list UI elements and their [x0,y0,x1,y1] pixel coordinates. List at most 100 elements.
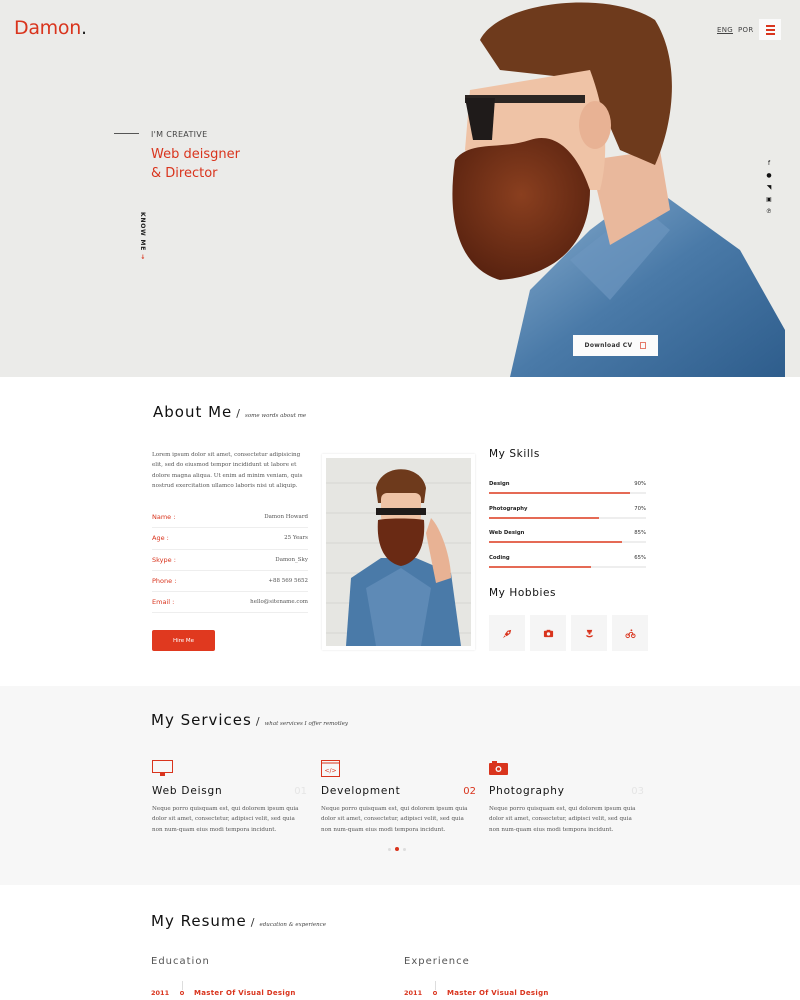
pinterest-icon[interactable]: ℗ [766,208,772,216]
download-cv-label: Download CV [584,342,633,349]
know-me-link[interactable]: KNOW ME → [139,212,146,260]
hero-portrait-image [440,0,800,377]
service-icon [152,760,307,778]
skill-item: Photography 70% [489,503,646,528]
skills-heading: My Skills [489,448,540,460]
hobby-cycling [612,615,648,651]
skill-progress-track [489,516,646,519]
file-icon [640,342,647,349]
resume-item-title: Master Of Visual Design [194,989,296,997]
hamburger-menu-button[interactable] [759,19,781,40]
info-label: Age : [152,534,169,543]
lang-eng-link[interactable]: ENG [717,26,733,34]
facebook-icon[interactable]: f [768,160,770,168]
skill-name: Coding [489,555,510,562]
resume-item-title: Master Of Visual Design [447,989,549,997]
info-value: 25 Years [284,535,308,542]
skill-item: Coding 65% [489,552,646,577]
social-links: f ● ◥ ▣ ℗ [766,160,772,216]
about-photo-frame [322,454,475,650]
info-row-phone: Phone : +88 569 5652 [152,571,308,593]
about-subtitle: some words about me [245,413,307,419]
hero-title-line2: & Director [151,166,218,181]
service-card-development: </> Development 02 Neque porro quisquam … [321,760,476,833]
brand-name: Damon [14,17,81,39]
lang-por-link[interactable]: POR [738,26,754,34]
service-description: Neque porro quisquam est, qui dolorem ip… [152,806,299,833]
hobby-rocket [489,615,525,651]
skill-item: Design 90% [489,478,646,503]
rocket-icon [502,629,511,638]
hero-section: Damon. ENG POR I'M CREATIVE Web deisgner… [0,0,800,377]
hamburger-icon-bar [765,32,775,35]
resume-section-title: My Resume / education & experience [151,912,326,930]
about-paragraph: Lorem ipsum dolor sit amet, consectetur … [152,452,303,490]
download-cv-button[interactable]: Download CV [573,335,658,356]
resume-year: 2011 [151,989,170,997]
skill-progress-fill [489,492,631,494]
info-row-name: Name : Damon Howard [152,507,308,529]
skill-progress-fill [489,566,592,569]
service-number: 01 [294,786,307,797]
education-heading: Education [151,956,210,967]
camera-icon [543,629,553,637]
info-label: Name : [152,513,176,522]
skill-name: Photography [489,505,528,512]
info-row-skype: Skype : Damon_Sky [152,550,308,571]
personal-info-table: Name : Damon Howard Age : 25 Years Skype :… [152,507,308,614]
service-icon [489,760,644,778]
service-card-web-design: Web Deisgn 01 Neque porro quisquam est, … [152,760,307,833]
brand-logo[interactable]: Damon. [14,17,87,39]
experience-heading: Experience [404,956,470,967]
info-value: +88 569 5652 [268,578,308,585]
pager-dot[interactable] [403,847,406,851]
code-icon: </> [321,760,340,777]
skill-progress-track [489,566,646,569]
info-label: Email : [152,598,175,607]
hobby-photography [530,615,566,651]
pager-dot[interactable] [388,847,391,851]
hire-me-button[interactable]: Hire Me [152,630,215,651]
info-label: Skype : [152,555,176,564]
hero-title-line1: Web deisgner [151,147,240,162]
skills-list: Design 90% Photography 70% Web Design 85% C… [489,478,646,577]
info-row-email: Email : hello@sitename.com [152,592,308,614]
about-title: About Me [153,403,233,421]
resume-title: My Resume [151,912,247,930]
intro-divider [114,133,139,134]
hero-title: Web deisgner & Director [151,145,240,183]
hobbies-heading: My Hobbies [489,587,557,599]
service-icon: </> [321,760,476,778]
about-section-title: About Me / some words about me [153,403,307,421]
resume-year: 2011 [404,989,423,997]
timeline-node-icon [180,981,184,995]
services-title: My Services [151,711,252,729]
service-card-photography: Photography 03 Neque porro quisquam est,… [489,760,644,833]
gaming-icon [585,629,593,637]
info-label: Phone : [152,577,177,586]
instagram-icon[interactable]: ▣ [766,196,772,204]
resume-subtitle: education & experience [259,922,326,928]
hamburger-icon-bar [765,24,775,27]
hobby-gaming [571,615,607,651]
dribbble-icon[interactable]: ● [766,172,771,180]
skill-name: Design [489,481,510,487]
service-description: Neque porro quisquam est, qui dolorem ip… [489,806,636,833]
cycling-icon [624,628,636,638]
skill-item: Web Design 85% [489,527,646,552]
pager-dot-active[interactable] [395,847,399,851]
svg-text:</>: </> [324,768,336,775]
skill-percent: 85% [634,530,646,537]
service-title: Development [321,785,401,797]
info-value[interactable]: hello@sitename.com [250,599,308,605]
services-section-title: My Services / what services I offer remotl… [151,711,349,729]
info-value: Damon Howard [264,514,308,521]
skill-progress-fill [489,516,599,519]
experience-item: 2011 Master Of Visual Design [404,981,549,997]
skill-progress-track [489,492,646,494]
hamburger-icon-bar [765,28,775,31]
twitter-icon[interactable]: ◥ [767,184,772,192]
skill-percent: 65% [634,555,646,562]
service-title: Photography [489,785,565,797]
info-row-age: Age : 25 Years [152,528,308,550]
